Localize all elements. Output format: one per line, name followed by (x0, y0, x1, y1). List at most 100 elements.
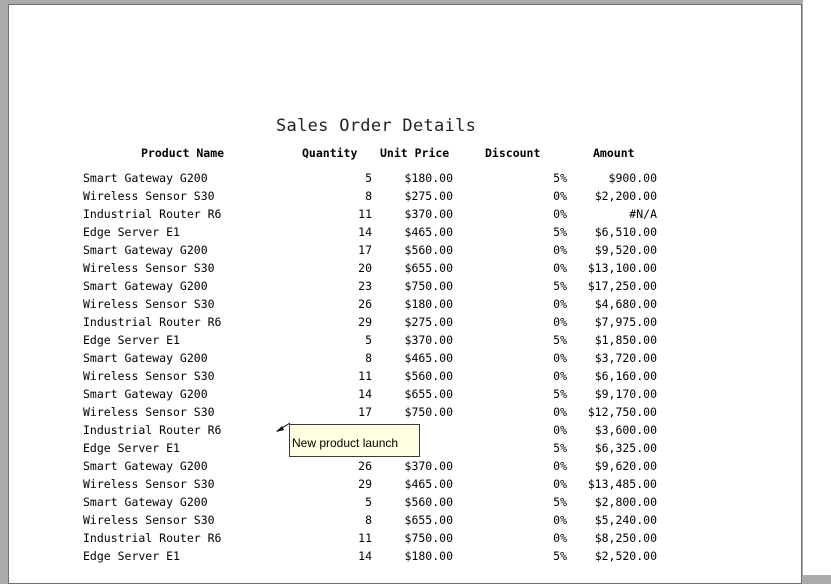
quantity-cell: 26 (358, 459, 372, 473)
amount-cell: $1,850.00 (594, 333, 657, 347)
discount-cell: 5% (553, 225, 567, 239)
right-margin-strip (803, 0, 831, 575)
discount-cell: 0% (553, 423, 567, 437)
table-row: Industrial Router R6 29 $275.00 0% $7,975.00 (9, 313, 803, 331)
unit-price-cell: $465.00 (404, 477, 453, 491)
table-row: Wireless Sensor S30 11 $560.00 0% $6,160.00 (9, 367, 803, 385)
unit-price-cell: $750.00 (404, 405, 453, 419)
header-discount: Discount (485, 146, 541, 160)
product-name-cell: Smart Gateway G200 (83, 459, 208, 473)
report-title: Sales Order Details (276, 116, 477, 136)
product-name-cell: Smart Gateway G200 (83, 279, 208, 293)
quantity-cell: 5 (365, 171, 372, 185)
discount-cell: 0% (553, 297, 567, 311)
product-name-cell: Edge Server E1 (83, 333, 180, 347)
quantity-cell: 14 (358, 549, 372, 563)
report-page: Sales Order Details Product Name Quantit… (8, 4, 802, 584)
discount-cell: 0% (553, 207, 567, 221)
unit-price-cell: $180.00 (404, 171, 453, 185)
amount-cell: $6,510.00 (594, 225, 657, 239)
quantity-cell: 11 (358, 369, 372, 383)
discount-cell: 0% (553, 243, 567, 257)
amount-cell: $3,600.00 (594, 423, 657, 437)
amount-cell: $2,200.00 (594, 189, 657, 203)
amount-cell: $5,240.00 (594, 513, 657, 527)
table-row: Industrial Router R6 11 $370.00 0% #N/A (9, 205, 803, 223)
unit-price-cell: $465.00 (404, 225, 453, 239)
table-row: Wireless Sensor S30 8 $275.00 0% $2,200.00 (9, 187, 803, 205)
cell-comment[interactable]: New product launch (289, 424, 420, 457)
discount-cell: 0% (553, 315, 567, 329)
discount-cell: 0% (553, 459, 567, 473)
table-row: Wireless Sensor S30 26 $180.00 0% $4,680.00 (9, 295, 803, 313)
amount-cell: $2,800.00 (594, 495, 657, 509)
amount-cell: $9,170.00 (594, 387, 657, 401)
amount-cell: $8,250.00 (594, 531, 657, 545)
product-name-cell: Wireless Sensor S30 (83, 513, 215, 527)
quantity-cell: 29 (358, 477, 372, 491)
discount-cell: 0% (553, 531, 567, 545)
product-name-cell: Wireless Sensor S30 (83, 189, 215, 203)
discount-cell: 0% (553, 261, 567, 275)
discount-cell: 5% (553, 171, 567, 185)
unit-price-cell: $370.00 (404, 207, 453, 221)
discount-cell: 5% (553, 441, 567, 455)
product-name-cell: Wireless Sensor S30 (83, 261, 215, 275)
unit-price-cell: $180.00 (404, 297, 453, 311)
product-name-cell: Wireless Sensor S30 (83, 369, 215, 383)
product-name-cell: Smart Gateway G200 (83, 387, 208, 401)
product-name-cell: Industrial Router R6 (83, 315, 222, 329)
table-row: Industrial Router R6 11 $750.00 0% $8,250.00 (9, 529, 803, 547)
quantity-cell: 8 (365, 189, 372, 203)
header-quantity: Quantity (302, 146, 358, 160)
product-name-cell: Smart Gateway G200 (83, 351, 208, 365)
amount-cell: $3,720.00 (594, 351, 657, 365)
table-row: Smart Gateway G200 5 $560.00 5% $2,800.00 (9, 493, 803, 511)
amount-cell: $6,160.00 (594, 369, 657, 383)
amount-cell: $13,100.00 (587, 261, 657, 275)
table-row: Smart Gateway G200 17 $560.00 0% $9,520.00 (9, 241, 803, 259)
table-row: Wireless Sensor S30 20 $655.00 0% $13,100.00 (9, 259, 803, 277)
header-product-name: Product Name (141, 146, 225, 160)
unit-price-cell: $465.00 (404, 351, 453, 365)
discount-cell: 0% (553, 369, 567, 383)
amount-cell: $4,680.00 (594, 297, 657, 311)
product-name-cell: Industrial Router R6 (83, 423, 222, 437)
table-row: Edge Server E1 14 $465.00 5% $6,510.00 (9, 223, 803, 241)
discount-cell: 0% (553, 513, 567, 527)
quantity-cell: 17 (358, 405, 372, 419)
quantity-cell: 29 (358, 315, 372, 329)
table-row: Wireless Sensor S30 29 $465.00 0% $13,485.00 (9, 475, 803, 493)
discount-cell: 0% (553, 189, 567, 203)
unit-price-cell: $655.00 (404, 261, 453, 275)
quantity-cell: 23 (358, 279, 372, 293)
quantity-cell: 26 (358, 297, 372, 311)
table-row: Smart Gateway G200 5 $180.00 5% $900.00 (9, 169, 803, 187)
data-rows: Smart Gateway G200 5 $180.00 5% $900.00 Wirel… (9, 169, 803, 565)
discount-cell: 5% (553, 333, 567, 347)
table-row: Smart Gateway G200 14 $655.00 5% $9,170.00 (9, 385, 803, 403)
discount-cell: 5% (553, 495, 567, 509)
product-name-cell: Smart Gateway G200 (83, 171, 208, 185)
unit-price-cell: $655.00 (404, 513, 453, 527)
header-amount: Amount (593, 146, 635, 160)
quantity-cell: 14 (358, 387, 372, 401)
amount-cell: $13,485.00 (587, 477, 657, 491)
header-unit-price: Unit Price (380, 146, 450, 160)
table-row: Wireless Sensor S30 8 $655.00 0% $5,240.00 (9, 511, 803, 529)
product-name-cell: Smart Gateway G200 (83, 495, 208, 509)
product-name-cell: Wireless Sensor S30 (83, 477, 215, 491)
discount-cell: 0% (553, 477, 567, 491)
table-row: Edge Server E1 5 $370.00 5% $1,850.00 (9, 331, 803, 349)
discount-cell: 0% (553, 351, 567, 365)
unit-price-cell: $750.00 (404, 279, 453, 293)
product-name-cell: Edge Server E1 (83, 225, 180, 239)
quantity-cell: 5 (365, 495, 372, 509)
unit-price-cell: $275.00 (404, 315, 453, 329)
product-name-cell: Edge Server E1 (83, 549, 180, 563)
unit-price-cell: $750.00 (404, 531, 453, 545)
unit-price-cell: $275.00 (404, 189, 453, 203)
product-name-cell: Industrial Router R6 (83, 531, 222, 545)
amount-cell: $7,975.00 (594, 315, 657, 329)
unit-price-cell: $370.00 (404, 459, 453, 473)
